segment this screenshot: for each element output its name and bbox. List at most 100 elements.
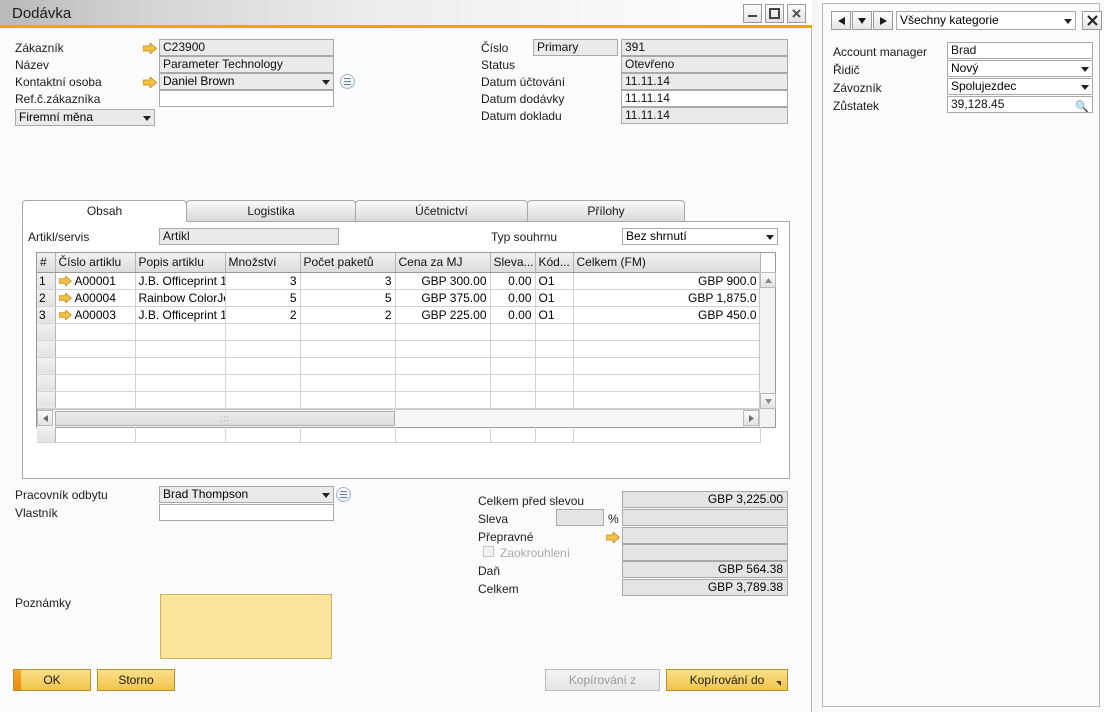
cell-unit-price[interactable]: GBP 300.00 [395,272,491,290]
cell-empty[interactable] [300,425,396,443]
cell-empty[interactable] [225,425,301,443]
balance-field[interactable]: 39,128.45 🔍 [947,96,1093,113]
cell-empty[interactable] [135,340,226,358]
cell-empty[interactable] [573,425,761,443]
table-row-empty[interactable] [37,340,761,358]
cell-packages[interactable]: 2 [300,306,396,324]
delivery-date-field[interactable]: 11.11.14 [621,90,788,107]
copy-from-button[interactable]: Kopírování z [545,669,660,691]
maximize-icon[interactable] [765,4,784,23]
cell-empty[interactable] [55,374,136,392]
cell-empty[interactable] [225,374,301,392]
cell-empty[interactable] [535,391,574,409]
cell-empty[interactable] [135,391,226,409]
nav-dropdown-button[interactable] [852,11,872,30]
salesperson-combo[interactable]: Brad Thompson [159,486,334,503]
cell-empty[interactable] [490,374,536,392]
scroll-up-icon[interactable] [760,272,776,288]
customer-name-field[interactable]: Parameter Technology [159,56,334,73]
salesperson-detail-button[interactable] [336,487,351,502]
cell-empty[interactable] [490,391,536,409]
cell-code[interactable]: O1 [535,306,574,324]
summary-type-combo[interactable]: Bez shrnutí [622,228,778,245]
cell-total[interactable]: GBP 450.0 [573,306,761,324]
col-packages[interactable]: Počet paketů [300,253,396,273]
cell-empty[interactable] [573,323,761,341]
copy-to-button[interactable]: Kopírování do [666,669,788,691]
col-description[interactable]: Popis artiklu [135,253,226,273]
col-quantity[interactable]: Množství [225,253,301,273]
col-item-no[interactable]: Číslo artiklu [55,253,136,273]
cell-empty[interactable] [535,340,574,358]
col-discount[interactable]: Sleva... [490,253,536,273]
account-manager-field[interactable]: Brad [947,42,1093,59]
cell-empty[interactable] [55,357,136,375]
cell-unit-price[interactable]: GBP 375.00 [395,289,491,307]
tab-ucetnictvi[interactable]: Účetnictví [355,200,528,222]
cell-empty[interactable] [55,425,136,443]
table-row[interactable]: 2 A00004 Rainbow ColorJe 5 5 GBP 375.00 0.00 O1… [37,289,761,307]
cell-empty[interactable] [395,391,491,409]
cell-empty[interactable] [395,323,491,341]
cell-description[interactable]: J.B. Officeprint 1 [135,272,226,290]
table-row[interactable]: 1 A00001 J.B. Officeprint 1 3 3 GBP 300.00 0.0… [37,272,761,290]
cell-total[interactable]: GBP 1,875.0 [573,289,761,307]
cell-quantity[interactable]: 5 [225,289,301,307]
minimize-icon[interactable] [743,4,762,23]
scroll-left-icon[interactable] [37,410,53,426]
cell-empty[interactable] [535,425,574,443]
owner-field[interactable] [159,504,334,521]
cell-item-no[interactable]: A00001 [55,272,136,290]
cell-discount[interactable]: 0.00 [490,272,536,290]
close-icon[interactable] [787,4,806,23]
driver-combo[interactable]: Nový [947,60,1093,77]
table-row-empty[interactable] [37,374,761,392]
cell-empty[interactable] [55,391,136,409]
cell-empty[interactable] [573,340,761,358]
tab-logistika[interactable]: Logistika [186,200,356,222]
cell-quantity[interactable]: 3 [225,272,301,290]
cell-empty[interactable] [300,323,396,341]
cell-empty[interactable] [300,391,396,409]
grid-vertical-scrollbar[interactable] [759,272,776,427]
cell-empty[interactable] [395,425,491,443]
cell-item-no[interactable]: A00003 [55,306,136,324]
freight-link-arrow-icon[interactable] [606,532,620,543]
cell-empty[interactable] [225,323,301,341]
scroll-down-icon[interactable] [760,393,776,409]
contact-person-combo[interactable]: Daniel Brown [159,73,334,90]
table-row-empty[interactable] [37,391,761,409]
customer-field[interactable]: C23900 [159,39,334,56]
cell-empty[interactable] [490,425,536,443]
cell-empty[interactable] [135,323,226,341]
cell-empty[interactable] [55,323,136,341]
cell-empty[interactable] [225,391,301,409]
cell-empty[interactable] [490,340,536,358]
cell-empty[interactable] [135,425,226,443]
table-row-empty[interactable] [37,357,761,375]
col-code[interactable]: Kód... [535,253,574,273]
contact-link-arrow-icon[interactable] [143,77,157,88]
cell-empty[interactable] [490,323,536,341]
nav-previous-button[interactable] [831,11,851,30]
cell-total[interactable]: GBP 900.0 [573,272,761,290]
cell-code[interactable]: O1 [535,272,574,290]
cell-discount[interactable]: 0.00 [490,306,536,324]
contact-detail-button[interactable] [340,74,355,89]
tab-prilohy[interactable]: Přílohy [527,200,685,222]
cell-empty[interactable] [535,374,574,392]
cell-discount[interactable]: 0.00 [490,289,536,307]
search-icon[interactable]: 🔍 [1075,100,1089,112]
cell-code[interactable]: O1 [535,289,574,307]
cell-empty[interactable] [490,357,536,375]
cell-empty[interactable] [55,340,136,358]
side-panel-close-icon[interactable] [1082,11,1102,30]
col-index[interactable]: # [37,253,56,273]
notes-textarea[interactable] [160,594,332,659]
table-row-empty[interactable] [37,425,761,443]
rounding-checkbox[interactable] [483,546,494,557]
cell-empty[interactable] [535,357,574,375]
cell-empty[interactable] [135,374,226,392]
category-selector-combo[interactable]: Všechny kategorie [896,11,1076,30]
loader-combo[interactable]: Spolujezdec [947,78,1093,95]
